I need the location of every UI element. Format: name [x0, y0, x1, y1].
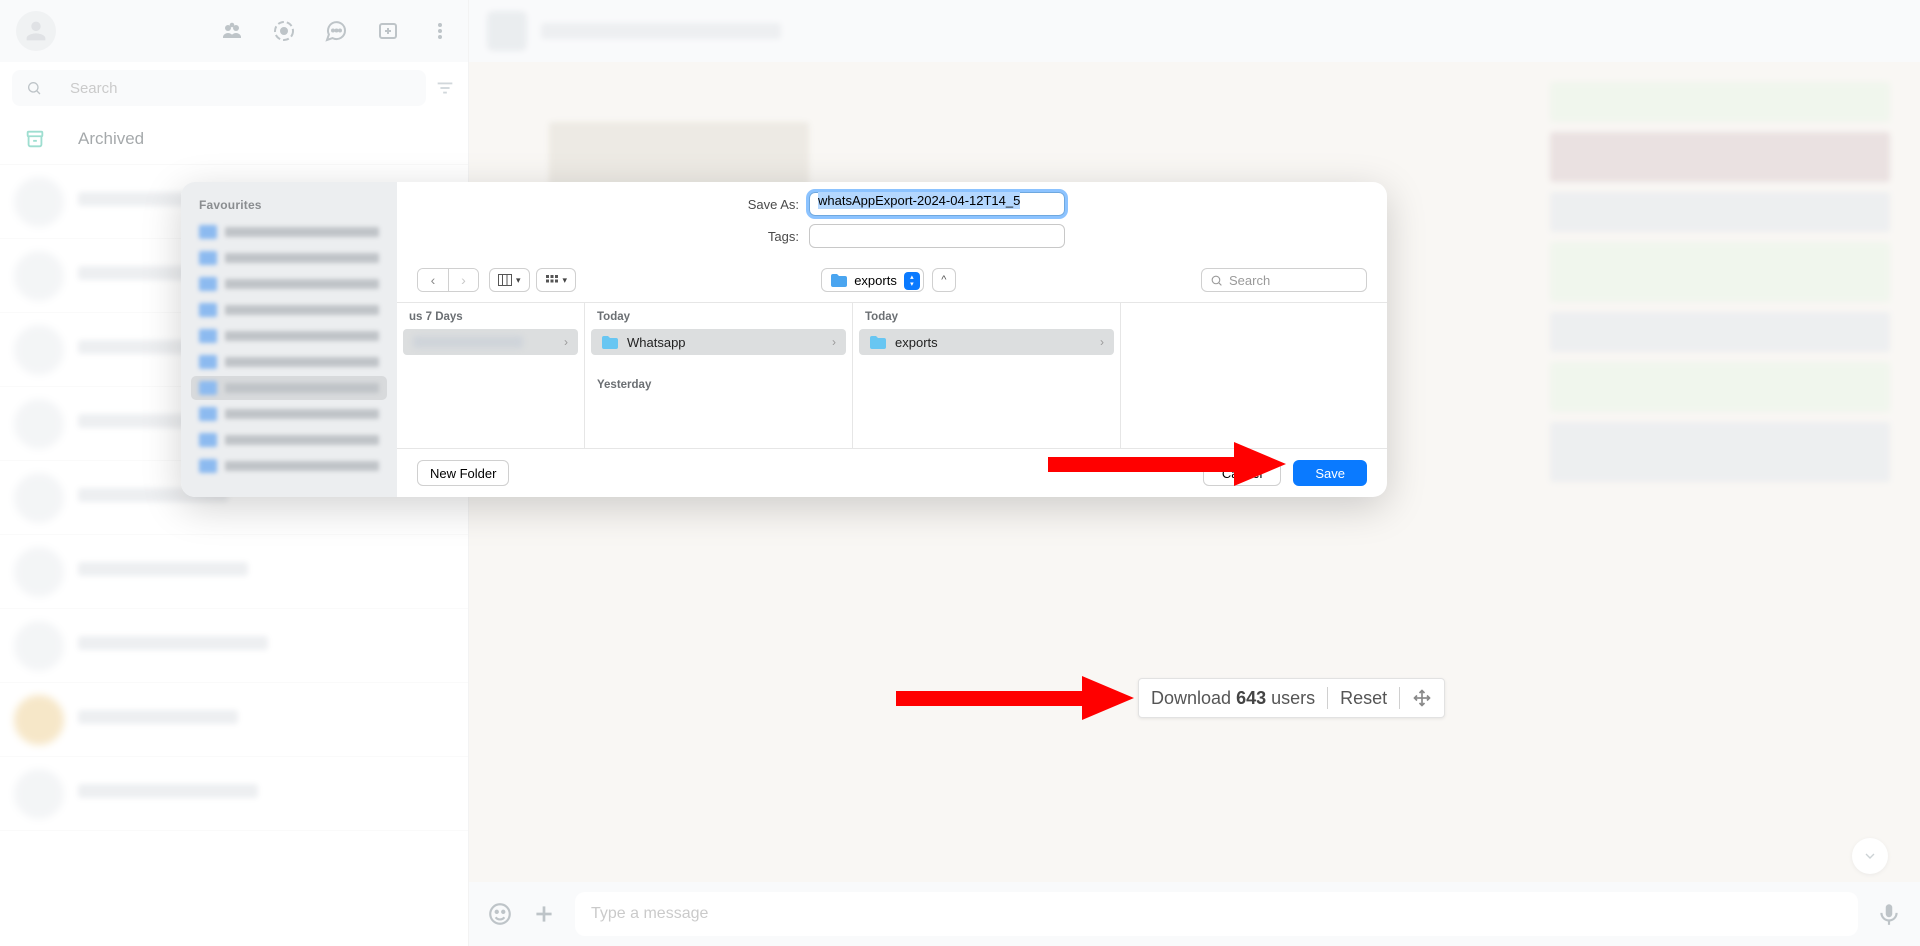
cancel-button[interactable]: Cancel: [1203, 460, 1281, 486]
favourite-item[interactable]: [191, 246, 387, 270]
forward-button[interactable]: ›: [448, 269, 478, 291]
chevron-right-icon: ›: [564, 335, 568, 349]
location-dropdown[interactable]: exports ▴▾: [821, 268, 924, 292]
save-as-label: Save As:: [719, 197, 799, 212]
favourite-item-selected[interactable]: [191, 376, 387, 400]
column-header: Today: [585, 303, 852, 327]
dialog-main: Save As: whatsAppExport-2024-04-12T14_5 …: [397, 182, 1387, 497]
divider: [1327, 687, 1328, 709]
download-toolbar: Download 643 users Reset: [1138, 678, 1445, 718]
download-button[interactable]: Download 643 users: [1151, 688, 1315, 709]
search-icon: [1210, 274, 1223, 287]
favourite-item[interactable]: [191, 272, 387, 296]
column-header: us 7 Days: [397, 303, 584, 327]
favourite-item[interactable]: [191, 402, 387, 426]
view-columns-button[interactable]: ▾: [489, 268, 530, 292]
dialog-sidebar: Favourites: [181, 182, 397, 497]
favourite-item[interactable]: [191, 324, 387, 348]
browser-column-0[interactable]: us 7 Days ›: [397, 303, 585, 448]
search-placeholder: Search: [1229, 273, 1270, 288]
columns-icon: [498, 274, 512, 286]
folder-icon: [830, 273, 848, 287]
new-folder-button[interactable]: New Folder: [417, 460, 509, 486]
folder-name: Whatsapp: [627, 335, 686, 350]
chevron-right-icon: ›: [1100, 335, 1104, 349]
stepper-icon: ▴▾: [904, 272, 920, 290]
save-dialog: Favourites Save As: whatsAppExport-2024-…: [181, 182, 1387, 497]
divider: [1399, 687, 1400, 709]
dialog-top-fields: Save As: whatsAppExport-2024-04-12T14_5 …: [397, 182, 1387, 262]
dialog-search[interactable]: Search: [1201, 268, 1367, 292]
tags-label: Tags:: [719, 229, 799, 244]
nav-buttons: ‹ ›: [417, 268, 479, 292]
back-button[interactable]: ‹: [418, 269, 448, 291]
chevron-right-icon: ›: [832, 335, 836, 349]
favourite-item[interactable]: [191, 298, 387, 322]
folder-icon: [601, 335, 619, 349]
folder-icon: [869, 335, 887, 349]
column-subheader: Yesterday: [585, 371, 852, 395]
folder-name: exports: [895, 335, 938, 350]
favourite-item[interactable]: [191, 428, 387, 452]
folder-row[interactable]: Whatsapp ›: [591, 329, 846, 355]
browser-column-3[interactable]: [1121, 303, 1387, 448]
location-label: exports: [854, 273, 897, 288]
column-header: Today: [853, 303, 1120, 327]
tags-input[interactable]: [809, 224, 1065, 248]
browser-column-1[interactable]: Today Whatsapp › Yesterday: [585, 303, 853, 448]
view-group-button[interactable]: ▾: [536, 268, 577, 292]
grid-icon: [545, 274, 559, 286]
folder-row[interactable]: exports ›: [859, 329, 1114, 355]
move-icon[interactable]: [1412, 688, 1432, 708]
dialog-toolbar: ‹ › ▾ ▾ exports ▴▾ ^: [397, 262, 1387, 303]
favourites-heading: Favourites: [199, 198, 379, 212]
column-browser: us 7 Days › Today Whatsapp › Yesterday T…: [397, 303, 1387, 449]
save-button[interactable]: Save: [1293, 460, 1367, 486]
favourite-item[interactable]: [191, 220, 387, 244]
dialog-footer: New Folder Cancel Save: [397, 449, 1387, 497]
filename-input[interactable]: whatsAppExport-2024-04-12T14_5: [809, 192, 1065, 216]
favourite-item[interactable]: [191, 350, 387, 374]
reset-button[interactable]: Reset: [1340, 688, 1387, 709]
browser-column-2[interactable]: Today exports ›: [853, 303, 1121, 448]
collapse-button[interactable]: ^: [932, 268, 956, 292]
favourite-item[interactable]: [191, 454, 387, 478]
folder-row[interactable]: ›: [403, 329, 578, 355]
